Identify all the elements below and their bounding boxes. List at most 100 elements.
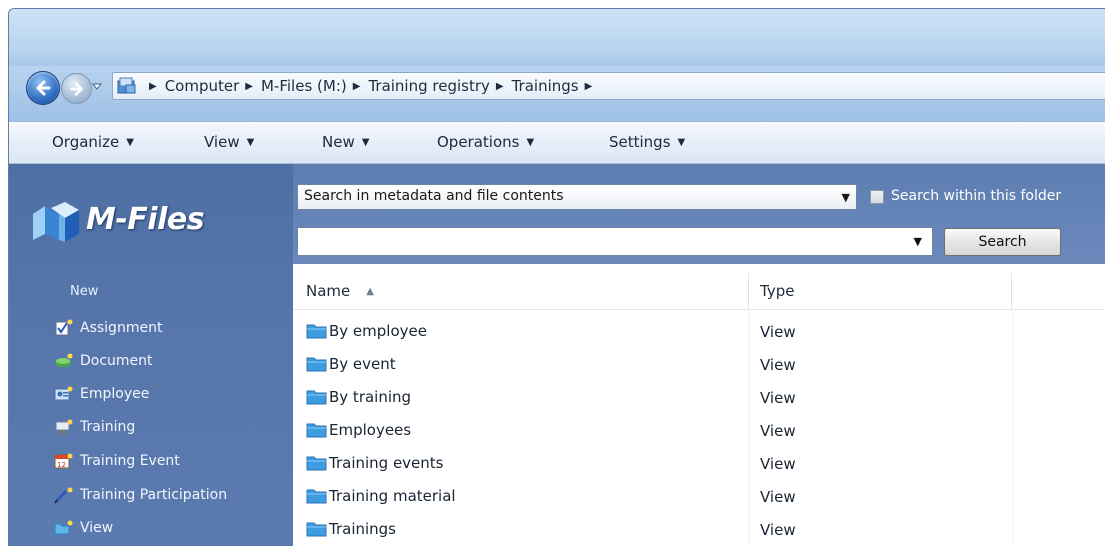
search-within-folder-label[interactable]: Search within this folder [891,188,1061,204]
list-item-name: Training events [306,454,444,472]
settings-menu[interactable]: Settings ▼ [609,133,685,151]
pen-icon [54,487,73,504]
sort-ascending-icon: ▲ [366,286,374,297]
settings-menu-label: Settings [609,133,671,151]
new-menu-label: New [322,133,355,151]
back-button[interactable] [26,71,60,105]
address-bar[interactable]: ▶ Computer ▶ M-Files (M:) ▶ Training reg… [112,72,1105,100]
m-files-logo-text: M-Files [86,202,205,237]
list-item[interactable]: By employee View [293,316,1105,349]
new-training-participation-link[interactable]: Training Participation [54,483,227,507]
m-files-logo: M-Files [31,200,241,250]
list-item-label: Training events [329,454,444,472]
chevron-down-icon: ▼ [841,191,850,204]
breadcrumb-computer[interactable]: Computer [165,77,240,95]
list-item-label: By employee [329,322,427,340]
training-icon [55,419,73,436]
search-button-label: Search [978,234,1027,250]
folder-icon [306,456,327,471]
calendar-icon: 12 [54,453,73,469]
view-menu[interactable]: View ▼ [204,133,254,151]
list-item[interactable]: Trainings View [293,514,1105,546]
chevron-down-icon: ▼ [361,137,370,148]
list-item-name: Employees [306,421,411,439]
search-within-folder-checkbox[interactable] [870,190,884,204]
chevron-down-icon: ▼ [677,137,686,148]
column-header-name[interactable]: Name ▲ [293,273,749,309]
column-header-type-label: Type [760,282,795,300]
list-item-type: View [760,356,796,374]
list-item-type: View [760,488,796,506]
search-button[interactable]: Search [944,228,1061,256]
list-item-label: Trainings [329,520,397,538]
list-item-name: By employee [306,322,427,340]
breadcrumb-separator-icon[interactable]: ▶ [585,81,593,92]
search-mode-value: Search in metadata and file contents [304,188,564,204]
list-item-name: Training material [306,487,456,505]
new-menu[interactable]: New ▼ [322,133,369,151]
history-dropdown-icon[interactable] [92,81,102,91]
list-item-label: By event [329,355,396,373]
list-item[interactable]: Training events View [293,448,1105,481]
list-header: Name ▲ Type [293,273,1105,310]
breadcrumb-m-files-drive[interactable]: M-Files (M:) [261,77,347,95]
new-view-link[interactable]: View [54,516,113,540]
explorer-window: ▶ Computer ▶ M-Files (M:) ▶ Training reg… [8,8,1105,546]
breadcrumb-trainings[interactable]: Trainings [512,77,579,95]
forward-button[interactable] [61,73,92,104]
svg-text:12: 12 [57,461,66,469]
chevron-down-icon: ▼ [126,137,134,148]
list-item-type: View [760,455,796,473]
breadcrumb-separator-icon[interactable]: ▶ [245,81,253,92]
breadcrumb-separator-icon: ▶ [149,80,157,92]
breadcrumb-separator-icon[interactable]: ▶ [496,81,504,92]
back-arrow-icon [36,80,51,96]
search-panel: Search in metadata and file contents ▼ S… [293,164,1105,264]
list-item-type: View [760,323,796,341]
column-header-type[interactable]: Type [750,273,1012,309]
assignment-icon [55,319,73,336]
list-item-label: Employees [329,421,412,439]
folder-icon [54,520,73,535]
folder-icon [306,357,327,372]
view-menu-label: View [204,133,240,151]
list-item-name: By event [306,355,396,373]
chevron-down-icon: ▼ [526,137,535,148]
breadcrumb-separator-icon[interactable]: ▶ [353,81,361,92]
list-item[interactable]: By training View [293,382,1105,415]
folder-icon [306,390,327,405]
list-item-name: Trainings [306,520,396,538]
list-item[interactable]: Employees View [293,415,1105,448]
forward-arrow-icon [69,81,83,96]
list-item[interactable]: By event View [293,349,1105,382]
list-item-label: By training [329,388,412,406]
employee-icon [54,386,73,401]
chevron-down-icon: ▼ [246,137,255,148]
folder-icon [306,423,327,438]
new-training-label: Training [80,419,136,435]
list-item-type: View [760,389,796,407]
new-training-event-link[interactable]: 12 Training Event [54,449,180,473]
new-training-link[interactable]: Training [54,415,135,439]
operations-menu[interactable]: Operations ▼ [437,133,534,151]
search-input[interactable]: ▼ [297,227,933,256]
breadcrumb-training-registry[interactable]: Training registry [368,77,489,95]
list-item[interactable]: Training material View [293,481,1105,514]
folder-icon [306,324,327,339]
folder-icon [306,489,327,504]
new-assignment-label: Assignment [80,320,163,336]
list-item-type: View [760,521,796,539]
column-header-name-label: Name [306,282,351,300]
search-mode-dropdown[interactable]: Search in metadata and file contents ▼ [297,184,857,210]
list-item-type: View [760,422,796,440]
new-view-label: View [80,520,114,536]
new-section-label: New [70,284,99,299]
organize-menu[interactable]: Organize ▼ [52,133,134,151]
new-document-link[interactable]: Document [54,349,153,373]
new-assignment-link[interactable]: Assignment [54,316,162,340]
new-employee-link[interactable]: Employee [54,382,149,406]
new-training-participation-label: Training Participation [80,487,228,503]
new-employee-label: Employee [80,386,150,402]
computer-folder-icon [117,77,136,94]
chevron-down-icon[interactable]: ▼ [914,235,922,248]
